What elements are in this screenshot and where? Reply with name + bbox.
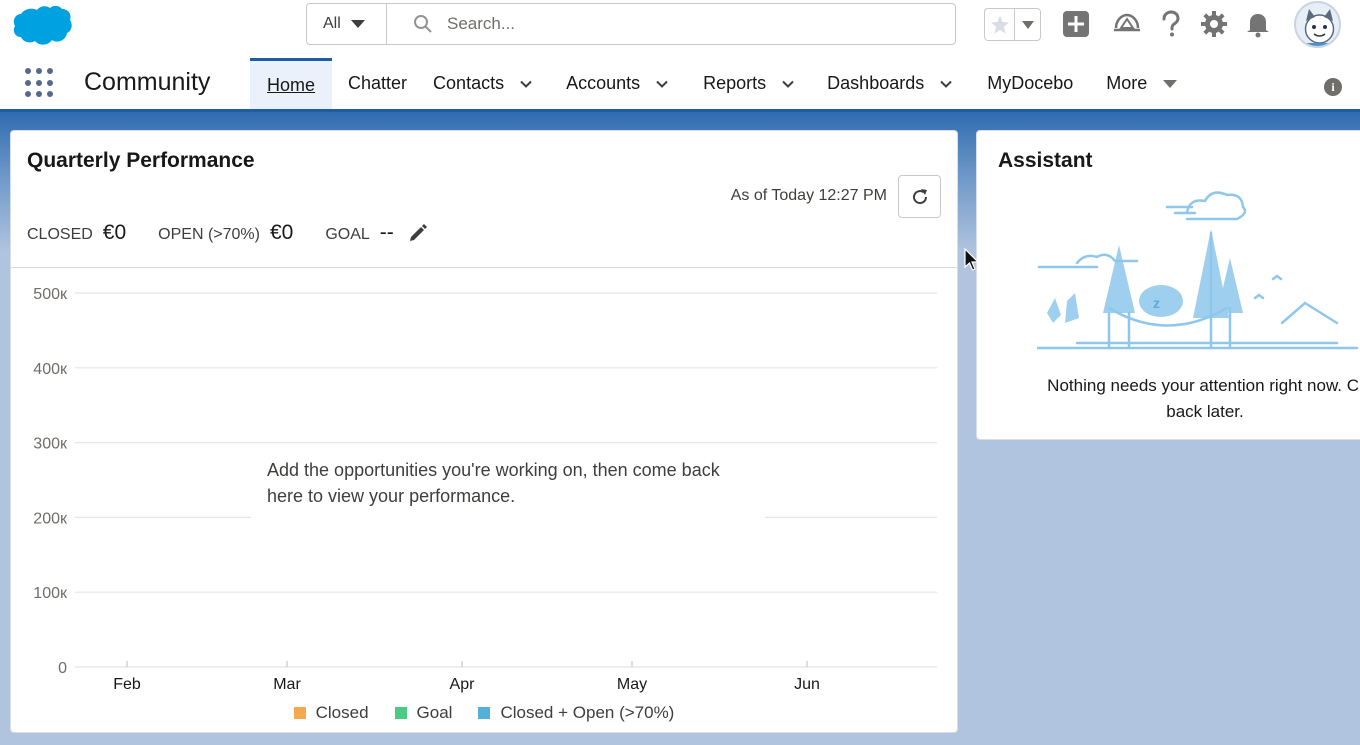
chevron-down-icon[interactable]: [520, 78, 532, 90]
empty-state-overlay: [251, 444, 765, 518]
svg-text:z: z: [1153, 295, 1160, 311]
y-tick-label: 300к: [33, 436, 68, 453]
y-tick-label: 0: [58, 660, 67, 677]
legend-item-closed[interactable]: Closed: [293, 703, 369, 723]
trailhead-icon: [1114, 13, 1140, 32]
pencil-icon[interactable]: [408, 223, 428, 243]
quarterly-performance-card: Quarterly Performance As of Today 12:27 …: [10, 130, 958, 733]
info-icon[interactable]: i: [1324, 78, 1342, 96]
assistant-message-line: Nothing needs your attention right now. …: [1047, 376, 1360, 395]
legend-swatch: [478, 707, 491, 719]
question-icon: [1162, 10, 1180, 37]
chevron-down-icon[interactable]: [940, 78, 952, 90]
legend-label: Closed + Open (>70%): [500, 703, 675, 722]
y-tick-label: 400к: [33, 361, 68, 378]
tab-mydocebo[interactable]: MyDocebo: [969, 58, 1089, 109]
caret-down-icon: [350, 20, 365, 28]
legend-label: Goal: [416, 703, 453, 722]
refresh-button[interactable]: [898, 175, 941, 218]
legend-item-closed-open[interactable]: Closed + Open (>70%): [478, 703, 674, 723]
x-tick-label: Jun: [794, 676, 820, 693]
tab-label: Home: [267, 74, 316, 95]
tab-label: Dashboards: [827, 73, 925, 93]
chevron-down-icon[interactable]: [656, 78, 668, 90]
tab-label: MyDocebo: [987, 73, 1074, 93]
y-tick-label: 100к: [33, 585, 68, 602]
tab-dashboards[interactable]: Dashboards: [811, 58, 969, 109]
x-tick-label: Mar: [273, 676, 301, 693]
search-icon: [414, 15, 432, 33]
search-scope-dropdown[interactable]: All: [307, 4, 387, 44]
setup-button[interactable]: [1199, 9, 1229, 39]
x-tick-label: May: [617, 676, 647, 693]
hammock-illustration: z: [1037, 191, 1359, 350]
favorites-button[interactable]: [985, 9, 1015, 40]
nav-tabs: Home Chatter Contacts Accounts Reports D…: [250, 58, 1193, 109]
closed-label: CLOSED: [27, 226, 93, 243]
legend-swatch: [293, 707, 306, 719]
y-tick-label: 500к: [33, 286, 68, 303]
legend-swatch: [394, 707, 407, 719]
tab-label: Accounts: [566, 73, 641, 93]
card-title: Quarterly Performance: [27, 149, 255, 172]
star-icon: [990, 15, 1009, 33]
bell-icon: [1247, 14, 1269, 38]
refresh-icon: [912, 188, 927, 204]
open-value: €0: [269, 221, 294, 244]
tab-chatter[interactable]: Chatter: [332, 58, 423, 109]
caret-down-icon[interactable]: [1163, 79, 1178, 89]
tab-label: Contacts: [433, 73, 505, 93]
performance-chart: 0 100к 200к 300к 400к 500к Feb Mar Apr May Jun Add …: [33, 286, 937, 693]
chevron-down-icon[interactable]: [782, 78, 794, 90]
mouse-cursor-icon: [964, 248, 980, 271]
legend-label: Closed: [315, 703, 369, 722]
favorites-list-button[interactable]: [1015, 9, 1040, 40]
x-tick-label: Apr: [450, 676, 476, 693]
global-search: All: [306, 3, 956, 45]
as-of-timestamp: As of Today 12:27 PM: [730, 187, 887, 204]
search-scope-label: All: [323, 15, 341, 32]
plus-icon: [1063, 11, 1089, 37]
app-launcher-icon[interactable]: [25, 68, 55, 98]
card-title: Assistant: [998, 149, 1093, 172]
empty-state-message: here to view your performance.: [267, 486, 515, 506]
app-navigation: Community Home Chatter Contacts Accounts…: [0, 52, 1360, 112]
tab-more[interactable]: More: [1089, 58, 1193, 109]
x-tick-label: Feb: [113, 676, 141, 693]
help-button[interactable]: [1156, 9, 1186, 39]
chart-legend: Closed Goal Closed + Open (>70%): [11, 703, 957, 723]
tab-label: More: [1106, 73, 1148, 93]
trailhead-button[interactable]: [1112, 9, 1142, 39]
goal-label: GOAL: [325, 226, 370, 243]
tab-label: Reports: [703, 73, 767, 93]
gear-icon: [1201, 11, 1227, 37]
favorites-group: [984, 8, 1041, 41]
avatar[interactable]: [1294, 1, 1341, 48]
performance-metrics: CLOSED €0 OPEN (>70%) €0 GOAL --: [27, 221, 428, 245]
app-name: Community: [84, 68, 211, 96]
assistant-message: Nothing needs your attention right now. …: [977, 373, 1360, 425]
tab-home[interactable]: Home: [250, 58, 333, 109]
global-header: All: [0, 0, 1360, 52]
assistant-message-line: back later.: [1166, 402, 1244, 421]
open-label: OPEN (>70%): [158, 226, 260, 243]
tab-reports[interactable]: Reports: [685, 58, 811, 109]
global-actions-button[interactable]: [1061, 9, 1091, 39]
salesforce-logo[interactable]: [12, 4, 72, 46]
caret-down-icon: [1021, 20, 1034, 29]
notifications-button[interactable]: [1243, 9, 1273, 39]
assistant-card: Assistant z Nothing needs your attention…: [976, 130, 1360, 440]
user-avatar-icon: [1304, 9, 1335, 46]
tab-label: Chatter: [348, 73, 408, 93]
closed-value: €0: [102, 221, 127, 244]
empty-state-message: Add the opportunities you're working on,…: [267, 460, 721, 480]
search-input[interactable]: [447, 14, 927, 34]
tab-contacts[interactable]: Contacts: [423, 58, 549, 109]
tab-accounts[interactable]: Accounts: [549, 58, 685, 109]
y-tick-label: 200к: [33, 510, 68, 527]
goal-value: --: [379, 221, 394, 244]
legend-item-goal[interactable]: Goal: [394, 703, 453, 723]
